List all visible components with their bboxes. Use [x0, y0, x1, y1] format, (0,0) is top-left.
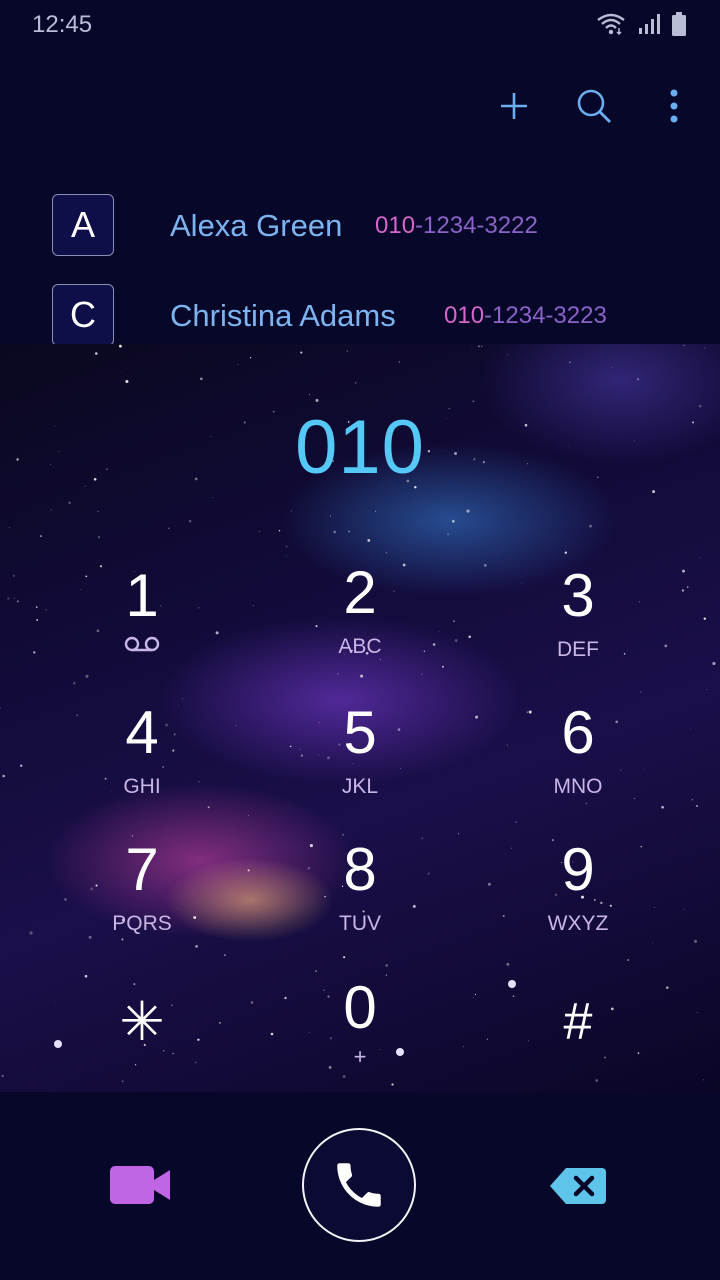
contact-name: Alexa Green: [170, 208, 343, 243]
number-match: 010: [375, 212, 416, 239]
voicemail-icon: [124, 636, 160, 652]
key-5[interactable]: 5 JKL: [280, 703, 440, 813]
key-digit: 0: [343, 974, 377, 1041]
key-letters: DEF: [557, 638, 599, 661]
key-digit: 9: [561, 836, 595, 903]
key-6[interactable]: 6 MNO: [498, 703, 658, 813]
contact-name: Christina Adams: [170, 298, 396, 333]
key-letters: JKL: [341, 775, 379, 798]
key-letters: MNO: [553, 775, 603, 798]
key-digit: 1: [125, 562, 159, 629]
add-contact-button[interactable]: [474, 78, 554, 134]
backspace-icon: [550, 1168, 606, 1204]
number-rest: -1234-3223: [484, 302, 607, 329]
status-icons: [596, 12, 686, 36]
wifi-icon: [597, 13, 625, 36]
signal-icon: [639, 14, 660, 34]
key-letters: WXYZ: [547, 912, 609, 935]
search-button[interactable]: [554, 78, 634, 134]
video-call-button[interactable]: [108, 1160, 176, 1210]
key-0[interactable]: 0 +: [280, 978, 440, 1088]
search-icon: [577, 89, 611, 123]
number-match: 010: [444, 302, 485, 329]
add-icon: [501, 93, 527, 119]
key-9[interactable]: 9 WXYZ: [498, 840, 658, 950]
phone-call-icon: [337, 1163, 381, 1207]
key-digit: 6: [561, 699, 595, 766]
key-3[interactable]: 3 DEF: [498, 566, 658, 676]
status-bar: 12:45: [0, 0, 720, 50]
more-options-button[interactable]: [634, 78, 714, 134]
key-8[interactable]: 8 TUV: [280, 840, 440, 950]
contact-row-alexa-green[interactable]: A Alexa Green 010-1234-3222: [0, 190, 720, 280]
key-digit: ✳: [119, 992, 165, 1052]
key-digit: 8: [343, 836, 377, 903]
top-toolbar: [474, 78, 720, 134]
key-digit: 2: [343, 559, 377, 626]
avatar: A: [52, 194, 114, 256]
key-digit: 5: [343, 699, 377, 766]
key-digit: 3: [561, 562, 595, 629]
key-letters: +: [353, 1044, 367, 1069]
battery-icon: [672, 12, 686, 36]
call-button[interactable]: [302, 1128, 416, 1242]
key-1[interactable]: 1: [62, 566, 222, 676]
key-letters: GHI: [123, 775, 161, 798]
key-letters: TUV: [339, 912, 381, 935]
key-2[interactable]: 2 ABC: [280, 563, 440, 673]
key-7[interactable]: 7 PQRS: [62, 840, 222, 950]
key-digit: 4: [125, 699, 159, 766]
more-vert-icon: [670, 89, 678, 123]
key-4[interactable]: 4 GHI: [62, 703, 222, 813]
status-time: 12:45: [32, 11, 93, 38]
key-digit: #: [563, 993, 593, 1051]
key-star[interactable]: ✳: [62, 992, 222, 1102]
key-hash[interactable]: #: [498, 992, 658, 1102]
contact-number: 010-1234-3222: [375, 212, 538, 240]
number-rest: -1234-3222: [415, 212, 538, 239]
key-letters: PQRS: [112, 912, 172, 935]
video-call-icon: [110, 1166, 170, 1204]
avatar: C: [52, 284, 114, 346]
dialed-number-display[interactable]: 010: [0, 404, 720, 491]
contact-suggestions: A Alexa Green 010-1234-3222 C Christina …: [0, 190, 720, 370]
key-digit: 7: [125, 836, 159, 903]
key-letters: ABC: [338, 635, 382, 658]
backspace-button[interactable]: [548, 1164, 608, 1208]
contact-number: 010-1234-3223: [444, 302, 607, 330]
